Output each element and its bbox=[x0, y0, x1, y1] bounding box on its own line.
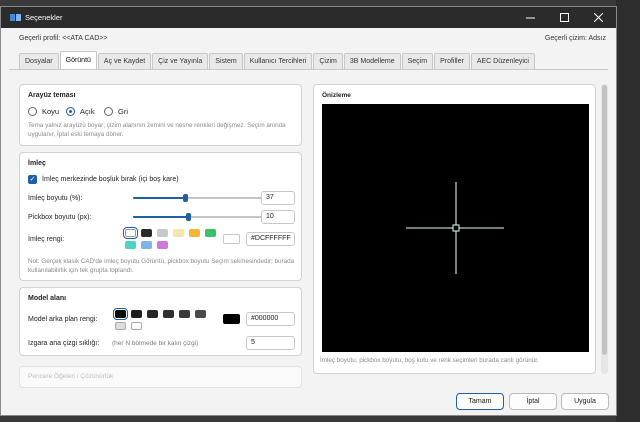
tab-aec-editor[interactable]: AEC Düzenleyici bbox=[470, 53, 535, 69]
tab-plot-publish[interactable]: Çiz ve Yayınla bbox=[152, 53, 209, 69]
cursor-color-swatch[interactable] bbox=[125, 241, 136, 249]
check-icon: ✓ bbox=[28, 175, 37, 184]
cursor-size-input[interactable]: 37 bbox=[261, 191, 295, 205]
close-button[interactable] bbox=[584, 7, 612, 28]
tab-selection[interactable]: Seçim bbox=[401, 53, 434, 69]
theme-option-label: Gri bbox=[118, 107, 128, 116]
current-profile: Geçerli profil: <<ATA CAD>> bbox=[19, 35, 107, 42]
model-bg-swatch[interactable] bbox=[115, 322, 126, 330]
cursor-color-input[interactable]: #DCFFFFFF bbox=[246, 232, 295, 246]
pickbox-square bbox=[452, 224, 460, 232]
slider-fill bbox=[133, 197, 185, 199]
theme-option-label: Açık bbox=[80, 107, 95, 116]
model-bg-swatch[interactable] bbox=[131, 322, 142, 330]
preview-panel: Önizleme İmleç boyutu, pickbox boyutu, b… bbox=[313, 84, 596, 374]
tab-bar: Dosyalar Görüntü Aç ve Kaydet Çiz ve Yay… bbox=[19, 51, 536, 70]
preview-note: İmleç boyutu, pickbox boyutu, boş kutu v… bbox=[320, 357, 539, 364]
cursor-note: Not: Gerçek klasik CAD'de imleç boyutu G… bbox=[28, 258, 295, 274]
profile-label: Geçerli profil: bbox=[19, 35, 61, 42]
cursor-color-swatch[interactable] bbox=[157, 241, 168, 249]
theme-radio-dark[interactable]: Koyu bbox=[28, 107, 59, 116]
window-title: Seçenekler bbox=[25, 13, 63, 22]
cursor-color-swatch[interactable] bbox=[141, 241, 152, 249]
model-bg-swatch[interactable] bbox=[163, 310, 174, 318]
tab-system[interactable]: Sistem bbox=[209, 53, 243, 69]
current-drawing: Geçerli çizim: Adsız bbox=[545, 35, 606, 42]
model-bg-swatch[interactable] bbox=[195, 310, 206, 318]
theme-option-label: Koyu bbox=[42, 107, 60, 116]
window-elements-group: Pencere Öğeleri / Çözünürlük bbox=[19, 366, 302, 388]
vertical-scrollbar[interactable] bbox=[601, 84, 608, 374]
grid-major-label: Izgara ana çizgi sıklığı: bbox=[28, 340, 100, 347]
model-bg-preview bbox=[223, 314, 240, 324]
radio-circle bbox=[104, 107, 113, 116]
model-bg-swatch[interactable] bbox=[147, 310, 158, 318]
model-space-group: Model alanı Model arka plan rengi: #0000… bbox=[19, 287, 302, 356]
cancel-button[interactable]: İptal bbox=[509, 393, 557, 410]
pickbox-size-label: Pickbox boyutu (px): bbox=[28, 214, 92, 221]
cursor-color-label: İmleç rengi: bbox=[28, 236, 65, 243]
cursor-color-swatch[interactable] bbox=[123, 227, 138, 239]
slider-fill bbox=[133, 216, 188, 218]
close-icon bbox=[593, 13, 603, 22]
preview-canvas bbox=[322, 104, 589, 352]
pickbox-size-input[interactable]: 10 bbox=[261, 210, 295, 224]
center-box-label: İmleç merkezinde boşluk bırak (içi boş k… bbox=[42, 176, 179, 183]
cursor-color-swatch[interactable] bbox=[205, 229, 216, 237]
theme-radio-gray[interactable]: Gri bbox=[104, 107, 128, 116]
maximize-icon bbox=[559, 13, 569, 22]
theme-radio-light[interactable]: Açık bbox=[66, 107, 95, 116]
desktop-background bbox=[616, 0, 640, 422]
drawing-label: Geçerli çizim: bbox=[544, 35, 587, 42]
slider-thumb[interactable] bbox=[185, 213, 191, 221]
theme-note: Tema yalnız arayüzü boyar; çizim alanını… bbox=[28, 122, 286, 138]
radio-circle bbox=[28, 107, 37, 116]
apply-button[interactable]: Uygula bbox=[561, 393, 609, 410]
options-dialog: Seçenekler Geçerli profil: <<ATA CAD>> G… bbox=[0, 6, 617, 416]
ok-button[interactable]: Tamam bbox=[456, 393, 504, 410]
tab-display[interactable]: Görüntü bbox=[59, 51, 97, 69]
center-box-checkbox[interactable]: ✓ İmleç merkezinde boşluk bırak (içi boş… bbox=[28, 175, 179, 184]
preview-title: Önizleme bbox=[322, 92, 351, 99]
model-bg-input[interactable]: #000000 bbox=[246, 312, 295, 326]
model-bg-swatch[interactable] bbox=[179, 310, 190, 318]
tab-user-preferences[interactable]: Kullanıcı Tercihleri bbox=[243, 53, 313, 69]
model-space-title: Model alanı bbox=[28, 295, 67, 302]
cursor-group: İmleç ✓ İmleç merkezinde boşluk bırak (i… bbox=[19, 152, 302, 281]
cursor-group-title: İmleç bbox=[28, 160, 46, 167]
window-elements-title: Pencere Öğeleri / Çözünürlük bbox=[28, 373, 114, 380]
radio-circle-selected bbox=[66, 107, 75, 116]
grid-major-input[interactable]: 5 bbox=[246, 336, 295, 350]
cursor-color-swatch[interactable] bbox=[173, 229, 184, 237]
tab-profiles[interactable]: Profiller bbox=[434, 53, 470, 69]
tab-3d-modeling[interactable]: 3B Modelleme bbox=[343, 53, 401, 69]
grid-major-hint: (her N bölmede bir kalın çizgi) bbox=[112, 340, 199, 347]
crosshair-preview bbox=[406, 182, 504, 274]
tab-files[interactable]: Dosyalar bbox=[19, 53, 59, 69]
title-bar: Seçenekler bbox=[1, 7, 616, 28]
cursor-size-label: İmleç boyutu (%): bbox=[28, 195, 83, 202]
minimize-icon bbox=[525, 17, 535, 19]
cursor-size-slider[interactable] bbox=[133, 194, 273, 202]
app-icon bbox=[10, 14, 21, 21]
drawing-value: Adsız bbox=[588, 35, 606, 42]
theme-group: Arayüz teması Koyu Açık Gri Tema yalnız … bbox=[19, 84, 302, 146]
model-bg-label: Model arka plan rengi: bbox=[28, 316, 98, 323]
cursor-color-swatch[interactable] bbox=[141, 229, 152, 237]
maximize-button[interactable] bbox=[550, 7, 578, 28]
pickbox-size-slider[interactable] bbox=[133, 213, 273, 221]
model-bg-swatch[interactable] bbox=[131, 310, 142, 318]
theme-group-title: Arayüz teması bbox=[28, 92, 76, 99]
cursor-color-preview bbox=[223, 234, 240, 244]
tab-open-save[interactable]: Aç ve Kaydet bbox=[97, 53, 152, 69]
cursor-color-swatch[interactable] bbox=[157, 229, 168, 237]
model-bg-swatch[interactable] bbox=[113, 308, 128, 320]
cursor-color-swatch[interactable] bbox=[189, 229, 200, 237]
scrollbar-thumb[interactable] bbox=[602, 85, 607, 355]
tab-divider bbox=[9, 69, 608, 70]
minimize-button[interactable] bbox=[516, 7, 544, 28]
tab-drafting[interactable]: Çizim bbox=[313, 53, 343, 69]
slider-thumb[interactable] bbox=[182, 194, 188, 202]
profile-value: <<ATA CAD>> bbox=[62, 35, 108, 42]
